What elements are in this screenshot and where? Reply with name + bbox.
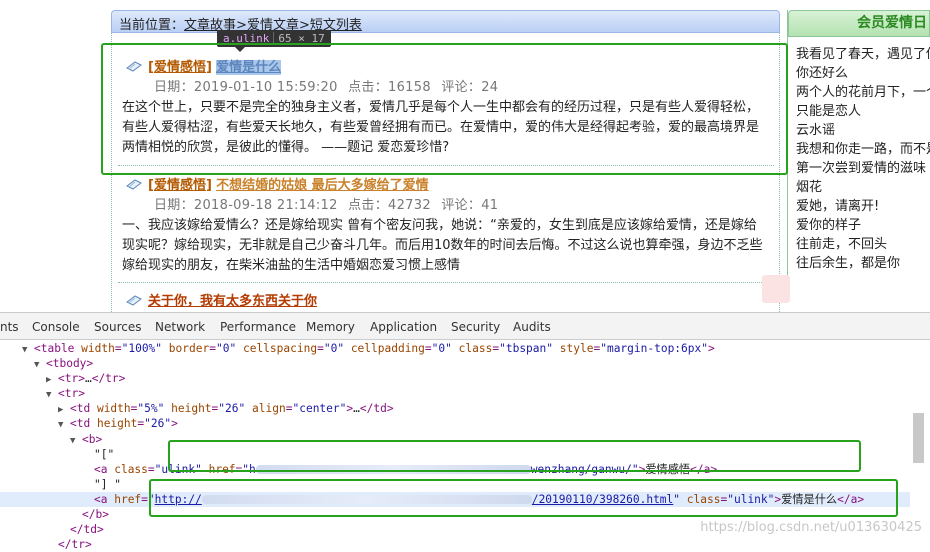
sidebar-item[interactable]: 爱她，请离开! xyxy=(788,197,930,216)
article-meta: 日期：2018-09-18 21:14:12 点击：42732 评论：41 xyxy=(154,198,499,213)
tab-audits[interactable]: Audits xyxy=(513,320,551,334)
dom-node[interactable]: ▼ <table width="100%" border="0" cellspac… xyxy=(0,341,910,356)
list-item: [爱情感悟] 不想结婚的姑娘 最后大多嫁给了爱情 日期：2018-09-18 2… xyxy=(118,176,774,276)
tab-elements[interactable]: nts xyxy=(0,320,19,334)
article-bullet-icon xyxy=(126,179,142,190)
category-link[interactable]: 爱情感悟 xyxy=(154,178,206,193)
dom-node[interactable]: </tr> xyxy=(0,537,910,552)
sidebar-item[interactable]: 云水谣 xyxy=(788,121,930,140)
tab-network[interactable]: Network xyxy=(155,320,205,334)
sidebar-item[interactable]: 往前走，不回头 xyxy=(788,235,930,254)
highlight-box-title-link xyxy=(149,479,898,517)
article-excerpt: 一、我应该嫁给爱情么？还是嫁给现实 曾有个密友问我，她说：“亲爱的，女生到底是应… xyxy=(122,218,763,273)
devtools-tab-bar: nts Console Sources Network Performance … xyxy=(0,313,930,340)
divider xyxy=(118,282,774,283)
tab-sources[interactable]: Sources xyxy=(94,320,141,334)
watermark: https://blog.csdn.net/u013630425 xyxy=(700,520,922,535)
breadcrumb: 当前位置：文章故事>爱情文章>短文列表 xyxy=(111,10,780,33)
highlight-box-category-link xyxy=(168,440,861,472)
sidebar-item[interactable]: 爱你的样子 xyxy=(788,216,930,235)
dom-node[interactable]: ▼ <tr> xyxy=(0,386,910,401)
dom-node[interactable]: ▼ <td height="26"> xyxy=(0,416,910,431)
dom-node[interactable]: ▶ <tr>…</tr> xyxy=(0,371,910,386)
floating-widget[interactable] xyxy=(762,275,790,303)
sidebar-item[interactable]: 只能是恋人 xyxy=(788,102,930,121)
sidebar-item[interactable]: 我想和你走一路，而不是 xyxy=(788,140,930,159)
sidebar-item[interactable]: 我看见了春天，遇见了你 xyxy=(788,45,930,64)
sidebar-item[interactable]: 烟花 xyxy=(788,178,930,197)
tab-memory[interactable]: Memory xyxy=(306,320,355,334)
tab-performance[interactable]: Performance xyxy=(220,320,296,334)
tab-application[interactable]: Application xyxy=(370,320,437,334)
list-item: 关于你，我有太多东西关于你 xyxy=(118,292,774,312)
tab-console[interactable]: Console xyxy=(32,320,80,334)
web-page: 当前位置：文章故事>爱情文章>短文列表 [爱情感悟] 爱情是什么 日期：2019… xyxy=(0,0,930,312)
tab-security[interactable]: Security xyxy=(451,320,500,334)
article-title-link[interactable]: 关于你，我有太多东西关于你 xyxy=(148,294,317,309)
sidebar-item[interactable]: 第一次尝到爱情的滋味 xyxy=(788,159,930,178)
sidebar-list: 我看见了春天，遇见了你 你还好么 两个人的花前月下，一个 只能是恋人 云水谣 我… xyxy=(788,37,930,273)
article-bullet-icon xyxy=(126,295,142,306)
sidebar-item[interactable]: 两个人的花前月下，一个 xyxy=(788,83,930,102)
sidebar: 会员爱情日 我看见了春天，遇见了你 你还好么 两个人的花前月下，一个 只能是恋人… xyxy=(787,10,930,280)
dom-node[interactable]: ▶ <td width="5%" height="26" align="cente… xyxy=(0,401,910,416)
sidebar-item[interactable]: 往后余生，都是你 xyxy=(788,254,930,273)
scrollbar-thumb[interactable] xyxy=(913,413,924,463)
sidebar-header: 会员爱情日 xyxy=(788,10,930,37)
highlight-box-article xyxy=(101,43,788,175)
article-title-link[interactable]: 不想结婚的姑娘 最后大多嫁给了爱情 xyxy=(216,178,429,193)
dom-node[interactable]: ▼ <tbody> xyxy=(0,356,910,371)
sidebar-item[interactable]: 你还好么 xyxy=(788,64,930,83)
breadcrumb-prefix: 当前位置： xyxy=(119,18,185,33)
